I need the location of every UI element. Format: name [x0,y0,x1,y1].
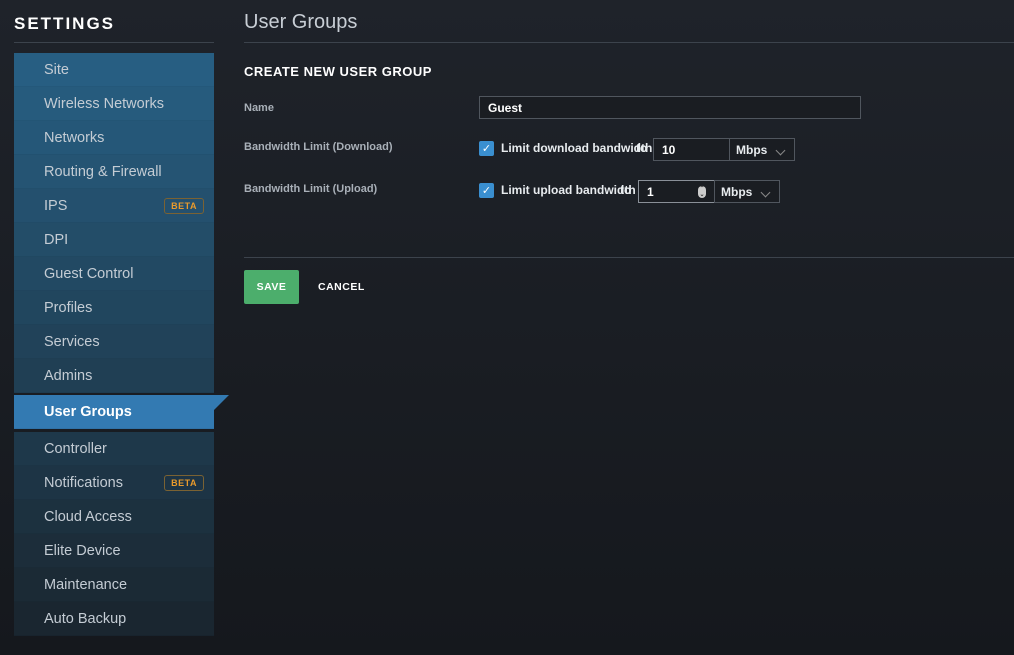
section-title: CREATE NEW USER GROUP [244,64,432,79]
download-unit-value: Mbps [736,142,768,157]
upload-unit-value: Mbps [721,184,753,199]
beta-badge: BETA [164,475,204,491]
sidebar-item-ips[interactable]: IPS BETA [14,189,214,223]
chevron-down-icon [775,145,786,156]
download-checkbox-label: Limit download bandwidth [501,141,653,155]
sidebar-item-label: Notifications [44,474,123,491]
sidebar-item-label: Auto Backup [44,610,127,627]
sidebar-item-label: Elite Device [44,542,121,559]
sidebar-item-label: Controller [44,440,107,457]
sidebar-item-label: User Groups [44,403,132,420]
sidebar-item-guest-control[interactable]: Guest Control [14,257,214,291]
sidebar-item-label: Wireless Networks [44,95,165,112]
divider [244,42,1014,43]
check-icon: ✓ [481,143,492,155]
chevron-down-icon [760,187,771,198]
sidebar-item-profiles[interactable]: Profiles [14,291,214,325]
sidebar-item-label: Profiles [44,299,93,316]
sidebar-item-site[interactable]: Site [14,53,214,87]
divider [244,257,1014,258]
download-checkbox[interactable]: ✓ [479,141,494,156]
beta-badge: BETA [164,198,204,214]
sidebar-item-user-groups[interactable]: User Groups [14,395,229,429]
upload-checkbox[interactable]: ✓ [479,183,494,198]
sidebar-item-auto-backup[interactable]: Auto Backup [14,602,214,636]
sidebar-item-notifications[interactable]: Notifications BETA [14,466,214,500]
save-button[interactable]: SAVE [244,270,299,304]
cancel-button[interactable]: CANCEL [318,281,365,293]
sidebar-item-admins[interactable]: Admins [14,359,214,393]
divider [14,42,214,43]
sidebar-item-label: Maintenance [44,576,128,593]
name-label: Name [244,102,274,114]
upload-value-input[interactable]: 1 ⌃ ⌄ [638,180,715,203]
sidebar-item-wireless-networks[interactable]: Wireless Networks [14,87,214,121]
download-to-label: to [636,141,648,155]
sidebar-item-maintenance[interactable]: Maintenance [14,568,214,602]
sidebar-item-networks[interactable]: Networks [14,121,214,155]
sidebar-item-label: Networks [44,129,105,146]
download-label: Bandwidth Limit (Download) [244,141,393,153]
sidebar-item-label: Services [44,333,100,350]
sidebar-item-label: Routing & Firewall [44,163,162,180]
sidebar-item-dpi[interactable]: DPI [14,223,214,257]
page-title: User Groups [244,11,358,33]
spinner-icon[interactable]: ⌃ ⌄ [698,186,706,198]
settings-nav: Site Wireless Networks Networks Routing & F… [14,53,229,636]
download-unit-select[interactable]: Mbps [729,138,795,161]
upload-to-label: to [620,183,632,197]
settings-title: SETTINGS [14,14,116,33]
upload-value: 1 [647,184,654,199]
sidebar-item-label: IPS [44,197,68,214]
sidebar-item-label: Site [44,61,69,78]
sidebar-item-label: Cloud Access [44,508,132,525]
upload-unit-select[interactable]: Mbps [714,180,780,203]
sidebar-item-label: Guest Control [44,265,134,282]
sidebar-item-services[interactable]: Services [14,325,214,359]
sidebar-item-controller[interactable]: Controller [14,432,214,466]
sidebar-item-label: DPI [44,231,69,248]
download-value-input[interactable]: 10 [653,138,730,161]
upload-checkbox-label: Limit upload bandwidth [501,183,636,197]
sidebar-item-routing-firewall[interactable]: Routing & Firewall [14,155,214,189]
sidebar-item-label: Admins [44,367,93,384]
sidebar-item-elite-device[interactable]: Elite Device [14,534,214,568]
name-input[interactable]: Guest [479,96,861,119]
check-icon: ✓ [481,185,492,197]
sidebar-item-cloud-access[interactable]: Cloud Access [14,500,214,534]
upload-label: Bandwidth Limit (Upload) [244,183,378,195]
